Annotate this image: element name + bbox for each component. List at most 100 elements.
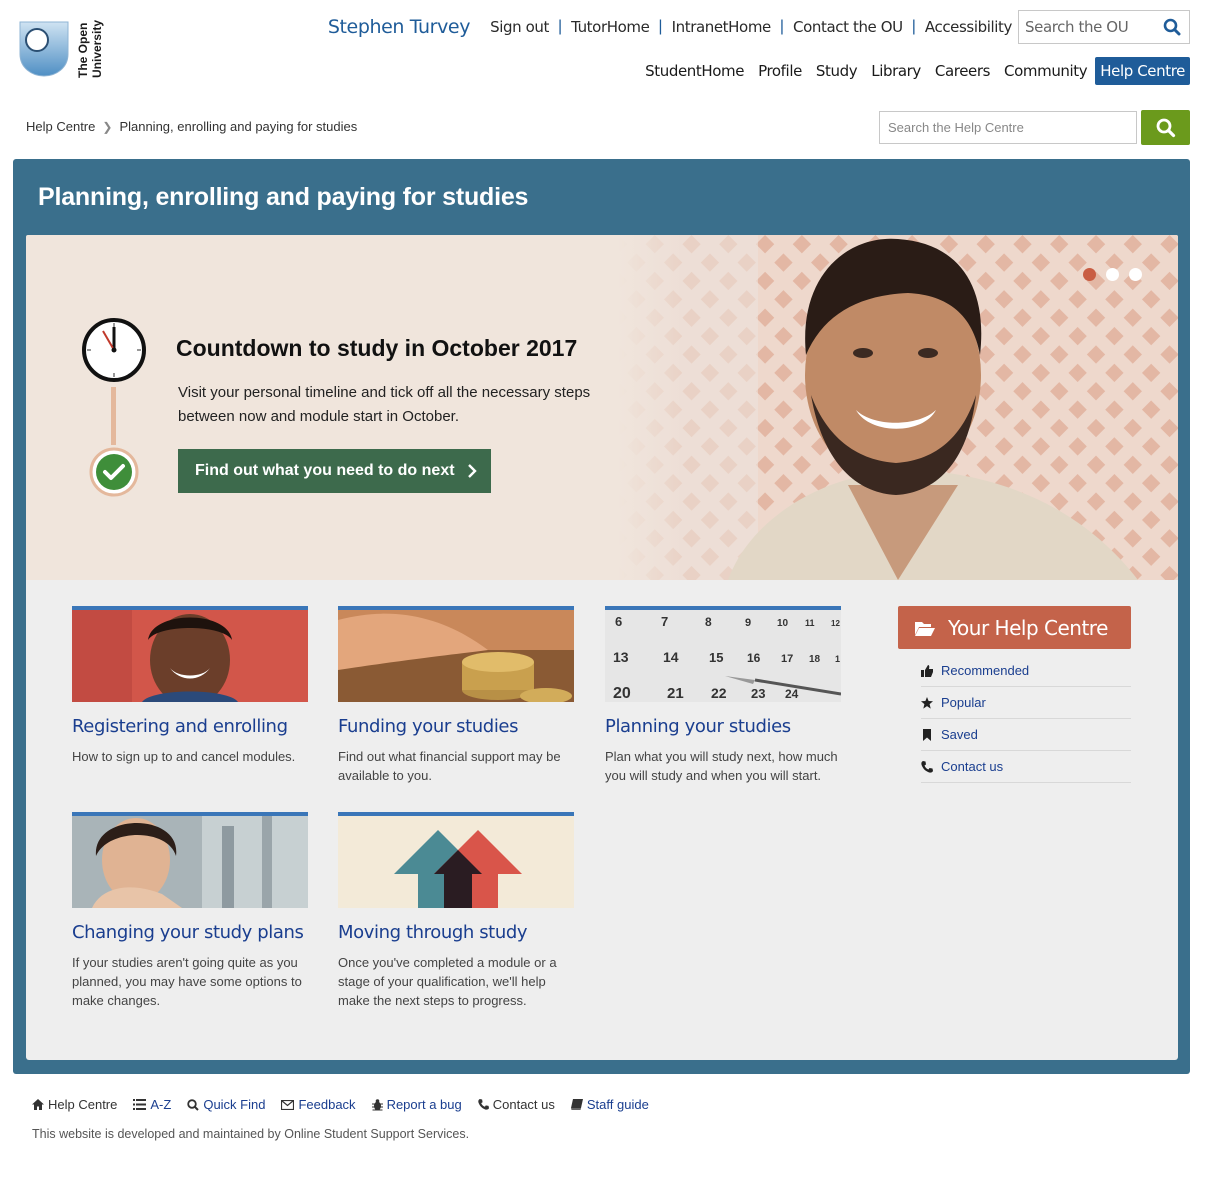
main-nav: StudentHome Profile Study Library Career…: [631, 56, 1190, 85]
help-search-input[interactable]: [879, 111, 1137, 144]
ou-logo-wordmark: The Open University: [74, 18, 108, 80]
calendar-number: 12: [831, 619, 840, 628]
card-description: How to sign up to and cancel modules.: [72, 749, 296, 764]
breadcrumb-help-centre[interactable]: Help Centre: [26, 119, 95, 134]
footer-quick-find-label: Quick Find: [203, 1097, 266, 1112]
coins-image: [338, 610, 574, 702]
separator: |: [658, 18, 663, 35]
thumbs-up-icon: [921, 664, 933, 677]
contact-ou-link[interactable]: Contact the OU: [793, 18, 903, 36]
topic-card-registering[interactable]: Registering and enrolling How to sign up…: [72, 606, 308, 766]
home-icon: [32, 1099, 44, 1110]
contact-us-label: Contact us: [941, 759, 1004, 774]
footer-contact-us-label: Contact us: [492, 1097, 555, 1112]
clock-icon: [82, 318, 146, 382]
hero-carousel: Countdown to study in October 2017 Visit…: [26, 235, 1178, 580]
footer-report-bug-label: Report a bug: [386, 1097, 462, 1112]
breadcrumb-current: Planning, enrolling and paying for studi…: [119, 119, 358, 134]
top-links-bar: Stephen Turvey Sign out | TutorHome | In…: [328, 10, 1190, 44]
star-icon: [921, 696, 933, 709]
ou-search-box: [1018, 10, 1190, 44]
your-help-centre-label: Your Help Centre: [948, 615, 1108, 640]
footer-staff-guide-label: Staff guide: [586, 1097, 649, 1112]
nav-careers[interactable]: Careers: [935, 62, 991, 80]
topic-card-changing[interactable]: Changing your study plans If your studie…: [72, 812, 308, 1010]
topic-card-planning[interactable]: 6 7 8 9 10 11 12 13 14 15 16 17 18 1 20 21 22 23 24 Planni…: [605, 606, 841, 785]
card-title[interactable]: Moving through study: [338, 922, 574, 943]
separator: |: [557, 18, 563, 35]
carousel-dot-1[interactable]: [1083, 268, 1096, 281]
book-icon: [570, 1099, 583, 1110]
hero-heading: Countdown to study in October 2017: [176, 335, 578, 361]
user-name-link[interactable]: Stephen Turvey: [328, 16, 471, 38]
sign-out-link[interactable]: Sign out: [490, 18, 549, 36]
recommended-label: Recommended: [941, 663, 1030, 678]
bookmark-icon: [923, 728, 931, 741]
card-title[interactable]: Funding your studies: [338, 716, 574, 737]
checkmark-icon: [89, 447, 139, 497]
ou-logo[interactable]: The Open University: [18, 18, 108, 80]
bug-icon: [371, 1098, 383, 1110]
footer-a-z-link[interactable]: A-Z: [133, 1097, 171, 1112]
calendar-number: 22: [711, 685, 727, 701]
footer-help-centre-link[interactable]: Help Centre: [32, 1097, 117, 1112]
footer-contact-us-link[interactable]: Contact us: [478, 1097, 555, 1112]
calendar-number: 1: [835, 654, 840, 664]
topic-card-funding[interactable]: Funding your studies Find out what finan…: [338, 606, 574, 785]
intranethome-link[interactable]: IntranetHome: [672, 18, 772, 36]
help-centre-search: [879, 110, 1190, 145]
card-title[interactable]: Registering and enrolling: [72, 716, 308, 737]
accessibility-link[interactable]: Accessibility: [925, 18, 1013, 36]
contact-us-link[interactable]: Contact us: [921, 751, 1131, 783]
find-out-next-button[interactable]: Find out what you need to do next: [178, 449, 491, 493]
carousel-dot-3[interactable]: [1129, 268, 1142, 281]
card-description: Once you've completed a module or a stag…: [338, 955, 557, 1008]
nav-library[interactable]: Library: [871, 62, 921, 80]
hero-button-label: Find out what you need to do next: [195, 462, 455, 479]
footer-quick-find-link[interactable]: Quick Find: [187, 1097, 265, 1112]
logo-line-1: The Open: [76, 22, 90, 78]
popular-link[interactable]: Popular: [921, 687, 1131, 719]
help-search-button[interactable]: [1141, 110, 1190, 145]
carousel-dot-2[interactable]: [1106, 268, 1119, 281]
your-help-centre-button[interactable]: Your Help Centre: [898, 606, 1131, 649]
popular-label: Popular: [941, 695, 986, 710]
footer-report-bug-link[interactable]: Report a bug: [371, 1097, 462, 1112]
tutorhome-link[interactable]: TutorHome: [571, 18, 650, 36]
card-title[interactable]: Changing your study plans: [72, 922, 308, 943]
search-icon: [1163, 18, 1181, 36]
calendar-number: 11: [805, 618, 815, 628]
logo-line-2: University: [90, 19, 104, 78]
ou-search-input[interactable]: [1019, 18, 1155, 36]
calendar-number: 18: [809, 654, 821, 665]
calendar-number: 16: [747, 651, 761, 665]
nav-profile[interactable]: Profile: [758, 62, 802, 80]
breadcrumb: Help Centre ❯ Planning, enrolling and pa…: [26, 119, 357, 134]
footer-feedback-label: Feedback: [298, 1097, 356, 1112]
page-title: Planning, enrolling and paying for studi…: [38, 183, 529, 211]
footer-feedback-link[interactable]: Feedback: [281, 1097, 356, 1112]
your-help-centre: Your Help Centre Recommended Popular Sav…: [898, 606, 1131, 783]
envelope-icon: [281, 1099, 295, 1110]
nav-study[interactable]: Study: [816, 62, 858, 80]
saved-link[interactable]: Saved: [921, 719, 1131, 751]
nav-help-centre[interactable]: Help Centre: [1095, 56, 1190, 85]
calendar-number: 17: [781, 653, 793, 665]
topic-card-moving[interactable]: Moving through study Once you've complet…: [338, 812, 574, 1010]
ou-search-button[interactable]: [1155, 11, 1189, 43]
footer-links: Help Centre A-Z Quick Find Feedback Repo…: [32, 1097, 665, 1112]
search-icon: [1156, 118, 1175, 137]
calendar-number: 20: [613, 685, 631, 702]
nav-studenthome[interactable]: StudentHome: [645, 62, 744, 80]
calendar-number: 21: [667, 685, 684, 702]
list-icon: [133, 1099, 147, 1110]
saved-label: Saved: [941, 727, 978, 742]
smiling-woman-image: [72, 610, 308, 702]
footer-a-z-label: A-Z: [150, 1097, 172, 1112]
topic-area: Registering and enrolling How to sign up…: [26, 580, 1178, 1060]
recommended-link[interactable]: Recommended: [921, 655, 1131, 687]
card-title[interactable]: Planning your studies: [605, 716, 841, 737]
separator: |: [779, 18, 785, 35]
footer-staff-guide-link[interactable]: Staff guide: [570, 1097, 649, 1112]
nav-community[interactable]: Community: [1004, 62, 1088, 80]
